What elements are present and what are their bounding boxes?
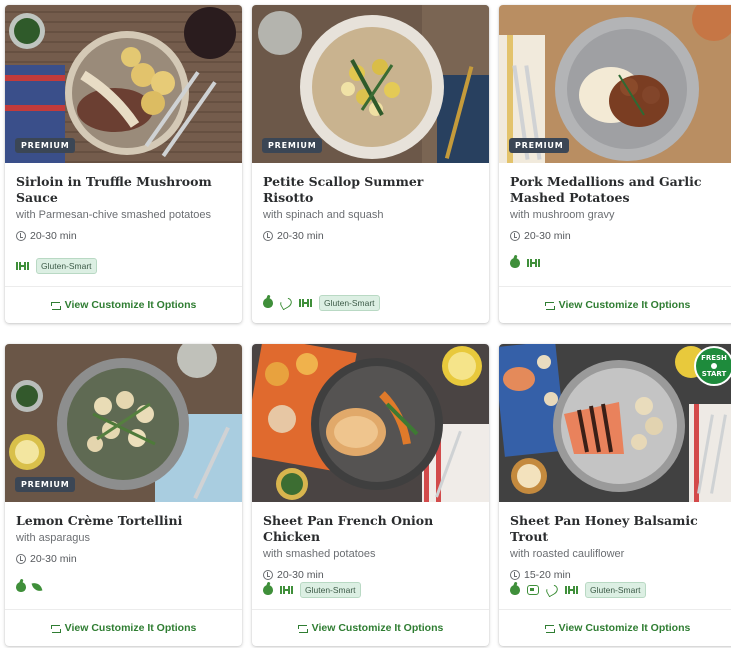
clock-icon bbox=[263, 570, 273, 580]
swap-icon bbox=[544, 624, 555, 633]
clock-icon bbox=[16, 231, 26, 241]
meal-card[interactable]: Sheet Pan French Onion Chicken with smas… bbox=[252, 344, 489, 646]
cook-time-value: 20-30 min bbox=[30, 230, 77, 242]
meal-card[interactable]: PREMIUM Petite Scallop Summer Risotto wi… bbox=[252, 5, 489, 323]
meal-subtitle: with Parmesan-chive smashed potatoes bbox=[16, 209, 212, 221]
meal-subtitle: with smashed potatoes bbox=[263, 548, 376, 560]
cook-time: 20-30 min bbox=[16, 553, 231, 565]
cook-time: 20-30 min bbox=[263, 230, 478, 242]
cta-label: View Customize It Options bbox=[64, 622, 197, 634]
cook-time: 20-30 min bbox=[263, 569, 478, 581]
start-label: START bbox=[701, 370, 727, 378]
meal-title[interactable]: Pork Medallions and Garlic Mashed Potato… bbox=[510, 174, 725, 206]
clock-icon bbox=[510, 231, 520, 241]
meal-photo[interactable]: PREMIUM bbox=[5, 344, 242, 502]
meal-card[interactable]: FRESH START Sheet Pan Honey Balsamic Tro… bbox=[499, 344, 731, 646]
cook-time-value: 20-30 min bbox=[277, 569, 324, 581]
swap-icon bbox=[50, 301, 61, 310]
cook-time-value: 20-30 min bbox=[30, 553, 77, 565]
cook-time-value: 20-30 min bbox=[277, 230, 324, 242]
apple-icon bbox=[16, 582, 26, 592]
apple-icon bbox=[510, 258, 520, 268]
cook-time-value: 20-30 min bbox=[524, 230, 571, 242]
meal-tags: Gluten-Smart bbox=[263, 582, 361, 598]
seafood-icon bbox=[544, 582, 560, 598]
view-customize-options-link[interactable]: View Customize It Options bbox=[252, 609, 489, 646]
premium-badge: PREMIUM bbox=[262, 138, 323, 153]
cta-label: View Customize It Options bbox=[558, 622, 691, 634]
carb-conscious-icon bbox=[527, 585, 539, 595]
swap-icon bbox=[297, 624, 308, 633]
fresh-label: FRESH bbox=[701, 354, 727, 362]
cook-time: 20-30 min bbox=[510, 230, 725, 242]
cta-label: View Customize It Options bbox=[311, 622, 444, 634]
cta-label: View Customize It Options bbox=[64, 299, 197, 311]
cook-time-value: 15-20 min bbox=[524, 569, 571, 581]
apple-icon bbox=[263, 298, 273, 308]
protein-icon bbox=[280, 586, 293, 594]
meal-subtitle: with asparagus bbox=[16, 532, 90, 544]
premium-badge: PREMIUM bbox=[15, 477, 76, 492]
premium-badge: PREMIUM bbox=[15, 138, 76, 153]
protein-icon bbox=[527, 259, 540, 267]
meal-title[interactable]: Petite Scallop Summer Risotto bbox=[263, 174, 478, 206]
protein-icon bbox=[16, 262, 29, 270]
meal-photo[interactable] bbox=[252, 344, 489, 502]
view-customize-options-link[interactable]: View Customize It Options bbox=[5, 609, 242, 646]
view-customize-options-link[interactable]: View Customize It Options bbox=[499, 609, 731, 646]
meal-photo[interactable]: PREMIUM bbox=[5, 5, 242, 163]
gluten-smart-tag: Gluten-Smart bbox=[319, 295, 380, 311]
apple-icon bbox=[510, 585, 520, 595]
meal-grid: PREMIUM Sirloin in Truffle Mushroom Sauc… bbox=[0, 0, 731, 648]
fresh-start-badge: FRESH START bbox=[694, 346, 731, 386]
meal-card[interactable]: PREMIUM Sirloin in Truffle Mushroom Sauc… bbox=[5, 5, 242, 323]
clock-icon bbox=[510, 570, 520, 580]
premium-badge: PREMIUM bbox=[509, 138, 570, 153]
cta-label: View Customize It Options bbox=[558, 299, 691, 311]
meal-subtitle: with roasted cauliflower bbox=[510, 548, 625, 560]
swap-icon bbox=[544, 301, 555, 310]
meal-tags bbox=[510, 258, 540, 268]
vegetarian-icon bbox=[31, 580, 43, 594]
cook-time: 20-30 min bbox=[16, 230, 231, 242]
clock-icon bbox=[16, 554, 26, 564]
meal-title[interactable]: Sirloin in Truffle Mushroom Sauce bbox=[16, 174, 231, 206]
gluten-smart-tag: Gluten-Smart bbox=[36, 258, 97, 274]
meal-photo[interactable]: FRESH START bbox=[499, 344, 731, 502]
meal-title[interactable]: Sheet Pan Honey Balsamic Trout bbox=[510, 513, 725, 545]
swap-icon bbox=[50, 624, 61, 633]
cook-time: 15-20 min bbox=[510, 569, 725, 581]
meal-title[interactable]: Sheet Pan French Onion Chicken bbox=[263, 513, 478, 545]
seafood-icon bbox=[278, 295, 294, 311]
gluten-smart-tag: Gluten-Smart bbox=[585, 582, 646, 598]
meal-card[interactable]: PREMIUM Pork Medallions and Garlic Mashe… bbox=[499, 5, 731, 323]
meal-photo[interactable]: PREMIUM bbox=[252, 5, 489, 163]
clock-icon bbox=[263, 231, 273, 241]
meal-subtitle: with spinach and squash bbox=[263, 209, 384, 221]
apple-icon bbox=[711, 363, 717, 369]
view-customize-options-link[interactable]: View Customize It Options bbox=[5, 286, 242, 323]
meal-tags: Gluten-Smart bbox=[510, 582, 646, 598]
protein-icon bbox=[565, 586, 578, 594]
meal-photo[interactable]: PREMIUM bbox=[499, 5, 731, 163]
meal-tags bbox=[16, 580, 43, 594]
meal-subtitle: with mushroom gravy bbox=[510, 209, 615, 221]
protein-icon bbox=[299, 299, 312, 307]
view-customize-options-link[interactable]: View Customize It Options bbox=[499, 286, 731, 323]
meal-card[interactable]: PREMIUM Lemon Crème Tortellini with aspa… bbox=[5, 344, 242, 646]
meal-tags: Gluten-Smart bbox=[16, 258, 97, 274]
gluten-smart-tag: Gluten-Smart bbox=[300, 582, 361, 598]
meal-tags: Gluten-Smart bbox=[263, 295, 380, 311]
meal-photo-image bbox=[252, 344, 489, 502]
meal-title[interactable]: Lemon Crème Tortellini bbox=[16, 513, 231, 529]
apple-icon bbox=[263, 585, 273, 595]
